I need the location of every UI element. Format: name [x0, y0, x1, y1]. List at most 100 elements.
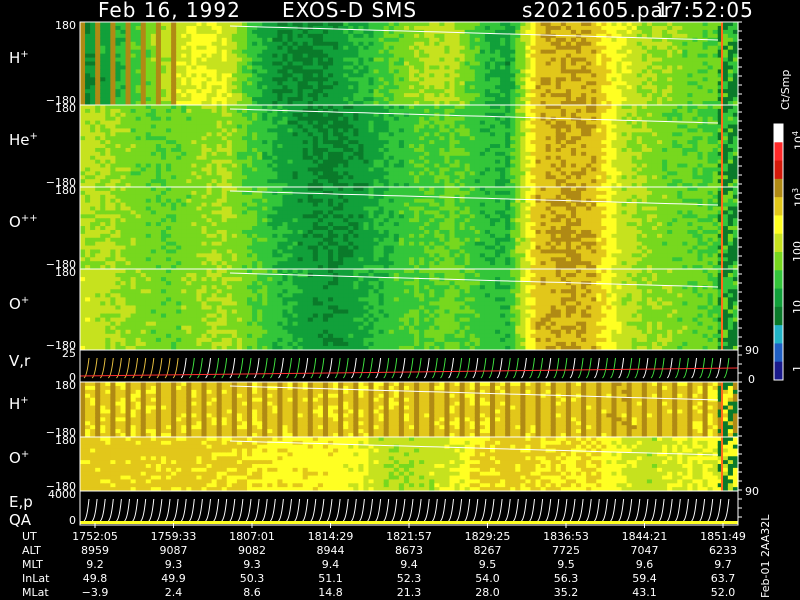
- heatmap-cell: [414, 144, 420, 149]
- heatmap-cell: [287, 140, 294, 145]
- heatmap-cell: [596, 116, 602, 122]
- heatmap-cell: [257, 163, 263, 169]
- heatmap-cell: [241, 116, 248, 122]
- heatmap-cell: [186, 53, 192, 59]
- heatmap-cell: [414, 147, 420, 153]
- heatmap-cell: [489, 69, 496, 74]
- heatmap-cell: [221, 136, 228, 141]
- heatmap-cell: [657, 97, 663, 102]
- heatmap-cell: [176, 49, 182, 55]
- heatmap-cell: [322, 22, 329, 27]
- heatmap-cell: [363, 144, 370, 149]
- heatmap-cell: [393, 53, 400, 59]
- heatmap-cell: [479, 33, 486, 39]
- heatmap-cell: [424, 132, 430, 137]
- heatmap-cell: [90, 57, 96, 63]
- heatmap-cell: [307, 45, 314, 51]
- heatmap-cell: [216, 41, 223, 47]
- heatmap-cell: [611, 151, 618, 157]
- heatmap-cell: [409, 124, 415, 130]
- heatmap-cell: [581, 175, 587, 180]
- heatmap-cell: [155, 77, 162, 82]
- heatmap-cell: [576, 112, 582, 118]
- heatmap-cell: [105, 132, 111, 137]
- heatmap-cell: [560, 108, 567, 114]
- heatmap-cell: [692, 41, 699, 47]
- heatmap-cell: [474, 89, 481, 94]
- heatmap-cell: [241, 112, 248, 118]
- heatmap-cell: [525, 136, 532, 141]
- heatmap-cell: [171, 69, 177, 74]
- heatmap-cell: [403, 85, 410, 90]
- heatmap-cell: [110, 37, 117, 43]
- heatmap-cell: [231, 167, 238, 172]
- heatmap-cell: [307, 175, 314, 180]
- heatmap-cell: [353, 41, 359, 47]
- heatmap-cell: [444, 108, 451, 114]
- heatmap-cell: [651, 89, 658, 94]
- heatmap-cell: [576, 49, 582, 55]
- heatmap-cell: [100, 151, 106, 157]
- heatmap-cell: [449, 179, 456, 184]
- heatmap-cell: [479, 49, 486, 55]
- heatmap-cell: [231, 65, 238, 71]
- heatmap-cell: [550, 97, 557, 102]
- heatmap-cell: [216, 65, 223, 71]
- heatmap-cell: [176, 53, 182, 59]
- heatmap-cell: [591, 81, 597, 86]
- heatmap-cell: [120, 128, 127, 133]
- heatmap-cell: [120, 132, 127, 137]
- heatmap-cell: [201, 77, 208, 82]
- heatmap-cell: [520, 105, 527, 110]
- heatmap-cell: [576, 69, 582, 74]
- heatmap-cell: [489, 25, 496, 31]
- heatmap-cell: [388, 147, 395, 153]
- heatmap-cell: [302, 77, 309, 82]
- heatmap-cell: [307, 136, 314, 141]
- heatmap-cell: [591, 175, 597, 180]
- heatmap-cell: [449, 171, 456, 176]
- heatmap-cell: [641, 25, 648, 31]
- heatmap-cell: [236, 167, 243, 172]
- heatmap-cell: [287, 175, 294, 180]
- heatmap-cell: [378, 108, 385, 114]
- heatmap-cell: [80, 167, 86, 172]
- heatmap-cell: [277, 179, 284, 184]
- heatmap-cell: [166, 41, 172, 47]
- heatmap-cell: [373, 171, 380, 176]
- heatmap-cell: [322, 167, 329, 172]
- heatmap-cell: [85, 49, 91, 55]
- heatmap-cell: [586, 108, 592, 114]
- heatmap-cell: [550, 65, 557, 71]
- heatmap-cell: [105, 57, 111, 63]
- heatmap-cell: [272, 140, 278, 145]
- heatmap-cell: [383, 37, 390, 43]
- heatmap-cell: [166, 61, 172, 67]
- heatmap-cell: [100, 49, 106, 55]
- heatmap-cell: [267, 69, 273, 74]
- heatmap-cell: [368, 132, 375, 137]
- heatmap-cell: [160, 147, 167, 153]
- heatmap-cell: [414, 112, 420, 118]
- heatmap-cell: [110, 132, 117, 137]
- heatmap-cell: [160, 57, 167, 63]
- heatmap-cell: [287, 105, 294, 110]
- heatmap-cell: [484, 175, 491, 180]
- heatmap-cell: [171, 97, 177, 102]
- heatmap-cell: [115, 155, 122, 161]
- heatmap-cell: [166, 73, 172, 78]
- heatmap-cell: [368, 175, 375, 180]
- heatmap-cell: [333, 167, 339, 172]
- heatmap-cell: [145, 85, 152, 90]
- heatmap-cell: [500, 65, 506, 71]
- heatmap-cell: [328, 65, 334, 71]
- heatmap-cell: [419, 175, 425, 180]
- heatmap-cell: [383, 108, 390, 114]
- heatmap-cell: [601, 105, 607, 110]
- heatmap-cell: [555, 61, 562, 67]
- heatmap-cell: [312, 159, 319, 165]
- heatmap-cell: [257, 136, 263, 141]
- heatmap-cell: [646, 57, 653, 63]
- heatmap-cell: [363, 93, 370, 98]
- heatmap-cell: [236, 120, 243, 126]
